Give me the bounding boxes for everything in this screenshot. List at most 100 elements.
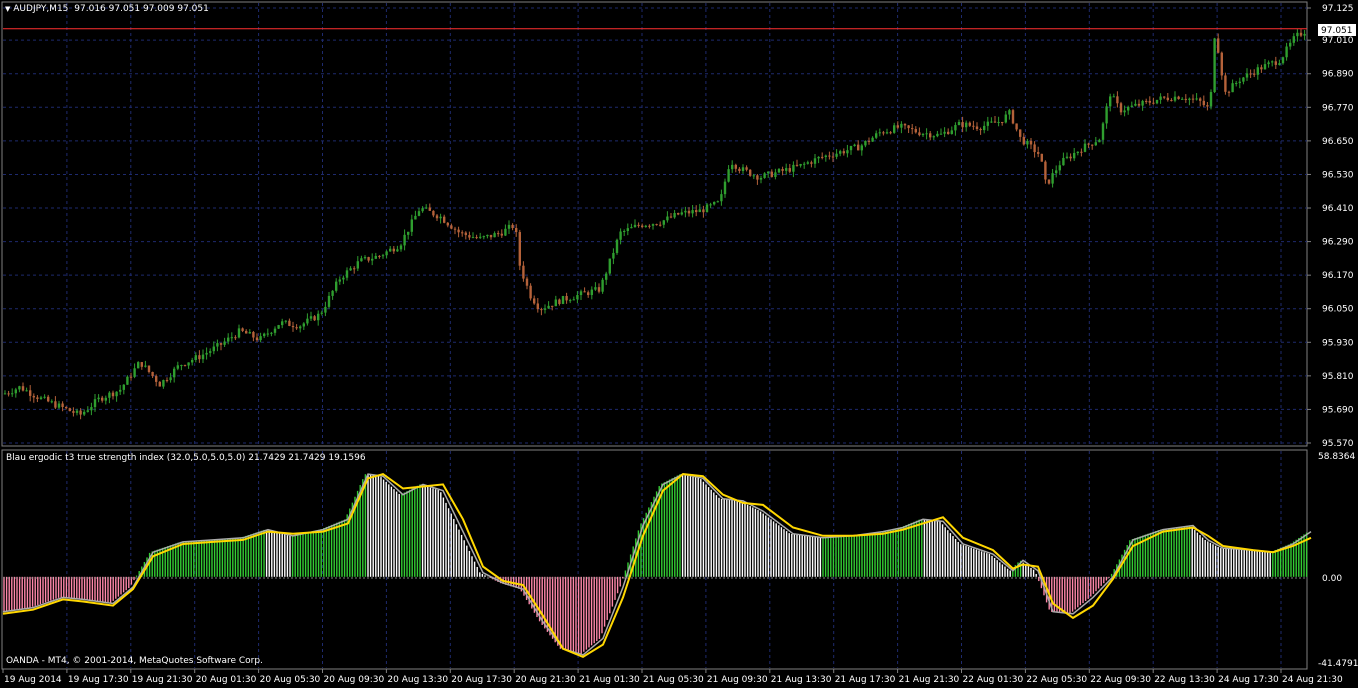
candle-body	[1055, 170, 1058, 174]
candle-body	[209, 351, 212, 353]
candle-body	[194, 355, 197, 360]
candle-body	[1015, 123, 1018, 130]
candle-body	[255, 337, 259, 341]
candle-body	[381, 255, 385, 257]
candle-body	[155, 376, 158, 382]
candle-body	[223, 341, 226, 345]
price-tick-label: 95.570	[1322, 439, 1354, 449]
candle-body	[954, 125, 957, 131]
candle-body	[475, 237, 478, 239]
candle-body	[608, 258, 611, 274]
candle-body	[1116, 96, 1119, 104]
candle-body	[587, 292, 590, 296]
candle-body	[533, 298, 536, 304]
candle-body	[871, 137, 874, 142]
candle-body	[259, 336, 262, 341]
candle-body	[615, 239, 619, 253]
candle-body	[965, 122, 968, 128]
candle-body	[428, 207, 431, 211]
candle-body	[741, 167, 745, 172]
candle-body	[1224, 75, 1227, 92]
candle-body	[57, 403, 61, 408]
candle-body	[403, 234, 406, 246]
price-tick-label: 96.530	[1322, 170, 1354, 180]
candle-body	[777, 168, 781, 173]
candle-body	[1123, 110, 1126, 113]
candle-body	[554, 299, 557, 307]
candle-body	[626, 228, 629, 232]
candle-body	[698, 209, 701, 213]
candle-body	[216, 343, 219, 347]
candle-body	[457, 229, 460, 233]
candle-body	[90, 407, 93, 411]
time-tick-label: 21 Aug 13:30	[771, 675, 832, 685]
candle-body	[738, 168, 741, 172]
candle-body	[979, 128, 982, 131]
time-tick-label: 24 Aug 17:30	[1218, 675, 1279, 685]
candle-body	[857, 144, 860, 151]
price-tick-label: 96.650	[1322, 137, 1354, 147]
candle-body	[378, 255, 381, 257]
candle-body	[1051, 173, 1054, 184]
candle-body	[1083, 143, 1087, 152]
candle-body	[677, 213, 680, 215]
price-tick-label: 96.290	[1322, 238, 1354, 248]
candle-body	[1260, 67, 1263, 70]
candle-body	[770, 171, 773, 177]
candle-body	[911, 128, 914, 130]
candle-body	[558, 299, 561, 304]
candle-body	[1289, 42, 1292, 47]
candle-body	[1202, 100, 1205, 106]
candle-body	[86, 410, 89, 412]
candle-body	[97, 397, 100, 400]
candle-body	[302, 323, 305, 327]
candle-body	[705, 204, 709, 213]
candle-body	[511, 224, 514, 229]
candle-body	[806, 162, 809, 164]
price-candles	[3, 28, 1306, 420]
candle-body	[273, 328, 277, 333]
candle-body	[1299, 32, 1303, 36]
candle-body	[219, 343, 223, 345]
candle-body	[1209, 92, 1213, 107]
candle-body	[1098, 139, 1101, 143]
dropdown-triangle-icon[interactable]: ▼	[5, 5, 10, 13]
candle-body	[1263, 64, 1267, 70]
candle-body	[1029, 140, 1033, 145]
candle-body	[335, 281, 338, 291]
candle-body	[306, 318, 309, 324]
candle-body	[1080, 151, 1083, 153]
candle-body	[821, 156, 824, 158]
candle-body	[1256, 67, 1259, 75]
candle-body	[767, 171, 770, 174]
candle-body	[129, 376, 133, 378]
candle-body	[723, 181, 727, 195]
candle-body	[795, 164, 799, 166]
candle-body	[633, 224, 637, 228]
candle-body	[126, 376, 129, 385]
candle-body	[1148, 100, 1151, 103]
chart-canvas[interactable]: 97.125 97.010 96.890 96.770 96.650 96.530 96.4…	[0, 0, 1358, 688]
candle-body	[803, 163, 806, 165]
candle-body	[162, 380, 165, 387]
candle-body	[594, 287, 597, 290]
candle-body	[687, 210, 691, 214]
candle-body	[147, 365, 151, 372]
candle-body	[662, 220, 665, 225]
time-tick-label: 20 Aug 09:30	[324, 675, 385, 685]
candle-body	[1037, 152, 1040, 154]
candle-body	[651, 224, 655, 226]
candle-body	[389, 248, 392, 252]
candle-body	[936, 133, 939, 137]
candle-body	[263, 333, 266, 337]
candle-body	[885, 132, 889, 134]
candle-body	[144, 365, 147, 367]
candle-body	[867, 140, 871, 142]
candle-body	[1008, 110, 1011, 115]
time-axis: 19 Aug 2014 19 Aug 17:30 19 Aug 21:30 20 Au…	[2, 669, 1343, 685]
candle-body	[320, 312, 323, 314]
candle-body	[792, 164, 795, 172]
candle-body	[104, 397, 107, 401]
candle-body	[824, 155, 827, 158]
candle-body	[597, 287, 601, 292]
